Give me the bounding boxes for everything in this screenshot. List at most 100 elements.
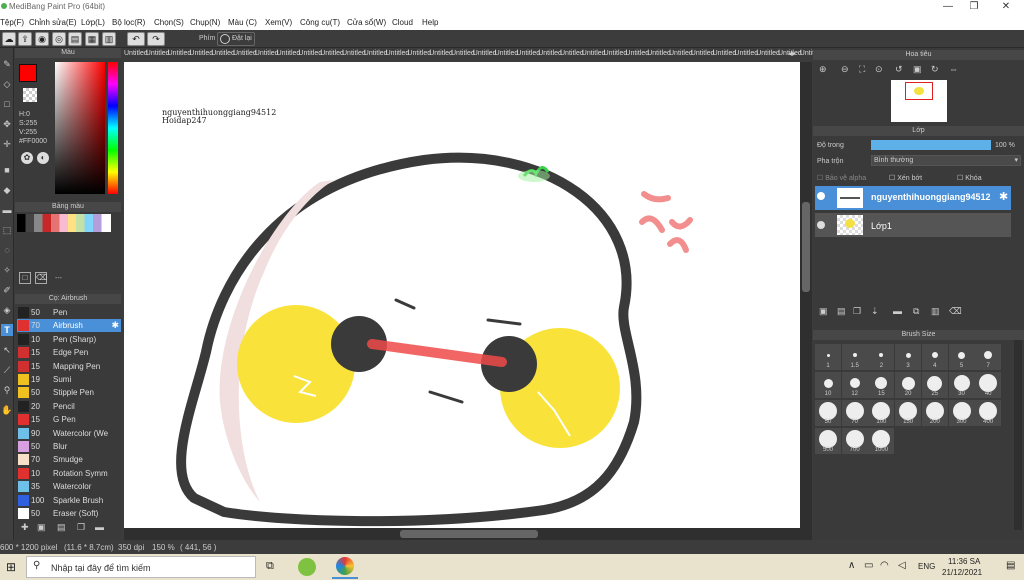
menu-tools[interactable]: Công cụ(T) xyxy=(300,18,340,27)
task-view-icon[interactable]: ⧉ xyxy=(266,560,274,573)
add-brush-icon[interactable]: ✚ xyxy=(21,522,29,533)
brush-item[interactable]: 50 Blur xyxy=(17,440,121,453)
protect-alpha-checkbox[interactable]: ☐ Bảo vệ alpha xyxy=(817,174,866,182)
opacity-slider[interactable] xyxy=(871,140,991,150)
brush-size-option[interactable]: 70 xyxy=(841,400,868,426)
layer-settings-icon[interactable]: ▥ xyxy=(931,306,940,317)
layer-row[interactable]: nguyenthihuonggiang94512 ✱ xyxy=(815,186,1011,210)
brush-size-option[interactable]: 15 xyxy=(868,372,895,398)
brush-item[interactable]: 20 Pencil xyxy=(17,400,121,413)
brush-size-option[interactable]: 400 xyxy=(975,400,1002,426)
document-tab[interactable]: Untitled xyxy=(429,50,453,57)
copy-brush-icon[interactable]: ❐ xyxy=(77,522,85,533)
vertical-scroll-thumb[interactable] xyxy=(802,202,810,292)
document-tab[interactable]: Untitled xyxy=(407,50,431,57)
brush-size-option[interactable]: 100 xyxy=(868,400,895,426)
actual-size-icon[interactable]: ⊙ xyxy=(875,64,883,75)
brush-item[interactable]: 90 Watercolor (We xyxy=(17,427,121,440)
visibility-icon[interactable] xyxy=(817,221,825,229)
eraser-tool-icon[interactable]: ◇ xyxy=(1,78,13,90)
swatch-grid[interactable] xyxy=(17,214,111,232)
brush-item[interactable]: 70 Smudge xyxy=(17,453,121,466)
rect-select-icon[interactable]: □ xyxy=(1,98,13,110)
brush-size-option[interactable]: 300 xyxy=(948,400,975,426)
medibang-taskbar-icon[interactable] xyxy=(336,557,354,575)
document-tab[interactable]: Untitled xyxy=(277,50,301,57)
menu-help[interactable]: Help xyxy=(422,18,438,27)
clipping-checkbox[interactable]: ☐ Xén bớt xyxy=(889,174,922,182)
zoom-in-icon[interactable]: ⊕ xyxy=(819,64,827,75)
delete-layer-icon[interactable]: ⌫ xyxy=(949,306,962,317)
menu-select[interactable]: Chọn(S) xyxy=(154,18,184,27)
layer-folder-icon[interactable]: ▬ xyxy=(893,306,902,316)
text-tool-icon[interactable]: T xyxy=(1,324,13,336)
network-icon[interactable]: ▭ xyxy=(864,560,873,571)
document-tab[interactable]: Untitled xyxy=(495,50,519,57)
tab-scroll-arrows[interactable]: ◂▸ xyxy=(788,49,796,58)
visibility-icon[interactable] xyxy=(817,192,825,200)
reset-button[interactable]: Đặt lại xyxy=(217,32,255,46)
brush-size-option[interactable]: 500 xyxy=(815,428,841,454)
canvas[interactable]: nguyenthihuonggiang94512 Hoidap247 xyxy=(124,62,800,528)
document-tab[interactable]: Untitled xyxy=(669,50,693,57)
clock-time[interactable]: 11:36 SA xyxy=(948,557,980,566)
cloud-icon[interactable]: ☁ xyxy=(2,32,16,46)
navigator-preview[interactable] xyxy=(891,80,947,122)
trash-icon[interactable]: ⌫ xyxy=(35,272,47,284)
rotate-right-icon[interactable]: ↻ xyxy=(931,64,939,75)
bucket-icon[interactable]: ◆ xyxy=(1,184,13,196)
document-tab[interactable]: Untitled xyxy=(168,50,192,57)
document-tab[interactable]: Untitled xyxy=(342,50,366,57)
secondary-color[interactable] xyxy=(23,88,37,102)
menu-file[interactable]: Tệp(F) xyxy=(0,18,24,27)
document-tab[interactable]: Untitled xyxy=(604,50,628,57)
document-tab[interactable]: Untitled xyxy=(255,50,279,57)
divide-icon[interactable]: ⟋ xyxy=(1,364,13,376)
brush-size-option[interactable]: 150 xyxy=(895,400,922,426)
rotate-left-icon[interactable]: ↺ xyxy=(895,64,903,75)
fill-rect-icon[interactable]: ■ xyxy=(1,164,13,176)
hue-slider[interactable] xyxy=(108,62,118,194)
comment-icon[interactable]: ◉ xyxy=(35,32,49,46)
copy-layer-icon[interactable]: ⧉ xyxy=(913,306,919,317)
document-tab[interactable]: Untitled xyxy=(386,50,410,57)
brush-size-option[interactable]: 700 xyxy=(841,428,868,454)
brush-size-option[interactable]: 20 xyxy=(895,372,922,398)
clock-date[interactable]: 21/12/2021 xyxy=(942,568,982,577)
gear-icon[interactable]: ✱ xyxy=(111,319,119,332)
menu-layer[interactable]: Lớp(L) xyxy=(81,18,105,27)
menu-capture[interactable]: Chụp(N) xyxy=(190,18,220,27)
brush-size-option[interactable]: 1 xyxy=(815,344,841,370)
primary-color[interactable] xyxy=(19,64,37,82)
document-tab[interactable]: Untitled xyxy=(734,50,758,57)
frame-icon[interactable]: ▤ xyxy=(68,32,82,46)
brush-settings-icon[interactable]: ▤ xyxy=(57,522,66,533)
document-tab[interactable]: Untitled xyxy=(647,50,671,57)
brush-size-option[interactable]: 7 xyxy=(975,344,1002,370)
lock-checkbox[interactable]: ☐ Khóa xyxy=(957,174,982,182)
canvas-horizontal-scrollbar[interactable] xyxy=(124,528,812,540)
brush-size-option[interactable]: 50 xyxy=(815,400,841,426)
gear-icon[interactable]: ✱ xyxy=(999,190,1008,203)
select-icon[interactable]: ⬚ xyxy=(1,224,13,236)
merge-layer-icon[interactable]: ⇣ xyxy=(871,306,879,317)
brush-size-option[interactable]: 12 xyxy=(841,372,868,398)
close-button[interactable]: ✕ xyxy=(998,1,1014,12)
brush-size-option[interactable]: 2 xyxy=(868,344,895,370)
menu-cloud[interactable]: Cloud xyxy=(392,18,413,27)
document-tab[interactable]: Untitled xyxy=(189,50,213,57)
brush-size-option[interactable]: 25 xyxy=(921,372,948,398)
brush-size-option[interactable]: 40 xyxy=(975,372,1002,398)
document-tab[interactable]: Untitled xyxy=(582,50,606,57)
brush-item[interactable]: 100 Sparkle Brush xyxy=(17,494,121,507)
menu-color[interactable]: Màu (C) xyxy=(228,18,257,27)
document-tab[interactable]: Untitled xyxy=(124,50,148,57)
eyedropper-icon[interactable]: ⚲ xyxy=(1,384,13,396)
brush-size-option[interactable]: 1.5 xyxy=(841,344,868,370)
brush-size-scrollbar[interactable] xyxy=(1014,340,1022,530)
duplicate-layer-icon[interactable]: ❐ xyxy=(853,306,861,317)
document-tab[interactable]: Untitled xyxy=(516,50,540,57)
app-taskbar-icon[interactable] xyxy=(298,558,316,576)
document-tab[interactable]: Untitled xyxy=(233,50,257,57)
new-halftone-layer-icon[interactable]: ▤ xyxy=(837,306,846,317)
